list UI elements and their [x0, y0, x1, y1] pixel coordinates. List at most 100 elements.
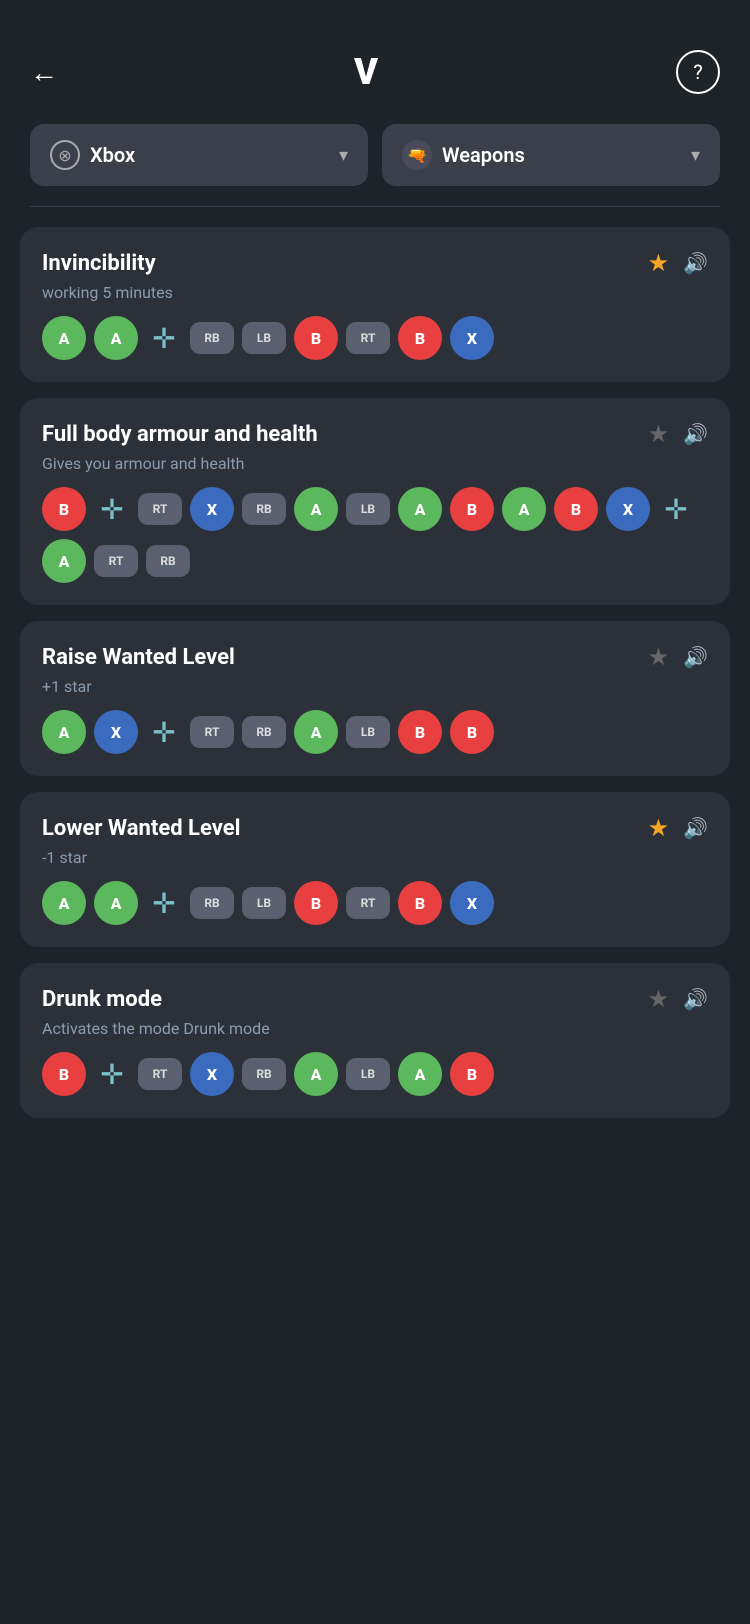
- button-rb: RB: [190, 887, 234, 919]
- button-rt: RT: [346, 322, 390, 354]
- button-dpad-down: ✛: [146, 710, 182, 754]
- button-b: B: [398, 710, 442, 754]
- cheat-subtitle: Gives you armour and health: [42, 454, 708, 473]
- sound-button[interactable]: 🔊: [683, 987, 708, 1011]
- sound-button[interactable]: 🔊: [683, 816, 708, 840]
- button-a: A: [42, 710, 86, 754]
- star-button[interactable]: ★: [648, 814, 670, 842]
- gun-icon: 🔫: [402, 140, 432, 170]
- button-a: A: [398, 487, 442, 531]
- button-b: B: [554, 487, 598, 531]
- button-a: A: [398, 1052, 442, 1096]
- star-button[interactable]: ★: [648, 249, 670, 277]
- button-a: A: [294, 710, 338, 754]
- button-rt: RT: [190, 716, 234, 748]
- button-dpad-down: ✛: [146, 881, 182, 925]
- button-rt: RT: [138, 493, 182, 525]
- button-a: A: [502, 487, 546, 531]
- button-b: B: [450, 487, 494, 531]
- sound-button[interactable]: 🔊: [683, 422, 708, 446]
- button-a: A: [294, 1052, 338, 1096]
- cheat-title: Raise Wanted Level: [42, 645, 235, 670]
- button-sequence: B✛RTXRBALBABABX✛ARTRB: [42, 487, 708, 583]
- star-button[interactable]: ★: [648, 643, 670, 671]
- card-actions: ★🔊: [648, 420, 708, 448]
- page-title: V: [354, 51, 380, 93]
- platform-label: Xbox: [90, 143, 135, 167]
- cheat-subtitle: +1 star: [42, 677, 708, 696]
- button-lb: LB: [346, 1058, 390, 1090]
- button-rb: RB: [146, 545, 190, 577]
- button-b: B: [450, 710, 494, 754]
- card-header: Drunk mode★🔊: [42, 985, 708, 1013]
- button-b: B: [398, 316, 442, 360]
- platform-filter[interactable]: ⊗ Xbox ▾: [30, 124, 368, 186]
- button-x: X: [190, 1052, 234, 1096]
- sound-button[interactable]: 🔊: [683, 251, 708, 275]
- cheat-card: Full body armour and health★🔊Gives you a…: [20, 398, 730, 605]
- button-x: X: [94, 710, 138, 754]
- category-chevron: ▾: [691, 145, 700, 166]
- cheat-list: Invincibility★🔊working 5 minutesAA✛RBLBB…: [0, 227, 750, 1158]
- button-b: B: [294, 881, 338, 925]
- cheat-card: Lower Wanted Level★🔊-1 starAA✛RBLBBRTBX: [20, 792, 730, 947]
- button-rb: RB: [242, 716, 286, 748]
- button-a: A: [294, 487, 338, 531]
- button-x: X: [450, 881, 494, 925]
- button-rb: RB: [242, 1058, 286, 1090]
- card-header: Invincibility★🔊: [42, 249, 708, 277]
- card-actions: ★🔊: [648, 985, 708, 1013]
- button-dpad-down: ✛: [94, 1052, 130, 1096]
- star-button[interactable]: ★: [648, 420, 670, 448]
- button-a: A: [42, 539, 86, 583]
- button-sequence: AA✛RBLBBRTBX: [42, 316, 708, 360]
- help-icon: ?: [693, 60, 702, 84]
- button-lb: LB: [242, 322, 286, 354]
- divider: [30, 206, 720, 207]
- star-button[interactable]: ★: [648, 985, 670, 1013]
- button-a: A: [94, 316, 138, 360]
- cheat-title: Drunk mode: [42, 987, 162, 1012]
- card-header: Lower Wanted Level★🔊: [42, 814, 708, 842]
- button-b: B: [42, 1052, 86, 1096]
- card-header: Raise Wanted Level★🔊: [42, 643, 708, 671]
- button-b: B: [294, 316, 338, 360]
- card-header: Full body armour and health★🔊: [42, 420, 708, 448]
- cheat-subtitle: working 5 minutes: [42, 283, 708, 302]
- card-actions: ★🔊: [648, 814, 708, 842]
- card-actions: ★🔊: [648, 249, 708, 277]
- button-x: X: [450, 316, 494, 360]
- button-lb: LB: [242, 887, 286, 919]
- button-a: A: [42, 316, 86, 360]
- card-actions: ★🔊: [648, 643, 708, 671]
- cheat-card: Raise Wanted Level★🔊+1 starAX✛RTRBALBBB: [20, 621, 730, 776]
- button-rt: RT: [138, 1058, 182, 1090]
- category-filter[interactable]: 🔫 Weapons ▾: [382, 124, 720, 186]
- button-sequence: AA✛RBLBBRTBX: [42, 881, 708, 925]
- cheat-title: Full body armour and health: [42, 422, 318, 447]
- back-button[interactable]: ←: [30, 56, 58, 89]
- button-rb: RB: [242, 493, 286, 525]
- sound-button[interactable]: 🔊: [683, 645, 708, 669]
- button-lb: LB: [346, 493, 390, 525]
- button-x: X: [190, 487, 234, 531]
- button-b: B: [450, 1052, 494, 1096]
- cheat-card: Invincibility★🔊working 5 minutesAA✛RBLBB…: [20, 227, 730, 382]
- button-sequence: AX✛RTRBALBBB: [42, 710, 708, 754]
- button-a: A: [94, 881, 138, 925]
- button-sequence: B✛RTXRBALBAB: [42, 1052, 708, 1096]
- cheat-subtitle: Activates the mode Drunk mode: [42, 1019, 708, 1038]
- button-b: B: [42, 487, 86, 531]
- cheat-card: Drunk mode★🔊Activates the mode Drunk mod…: [20, 963, 730, 1118]
- help-button[interactable]: ?: [676, 50, 720, 94]
- button-rt: RT: [94, 545, 138, 577]
- button-b: B: [398, 881, 442, 925]
- xbox-icon: ⊗: [50, 140, 80, 170]
- button-rt: RT: [346, 887, 390, 919]
- button-x: X: [606, 487, 650, 531]
- button-dpad-down: ✛: [146, 316, 182, 360]
- button-a: A: [42, 881, 86, 925]
- button-dpad-down: ✛: [94, 487, 130, 531]
- button-rb: RB: [190, 322, 234, 354]
- cheat-title: Invincibility: [42, 251, 156, 276]
